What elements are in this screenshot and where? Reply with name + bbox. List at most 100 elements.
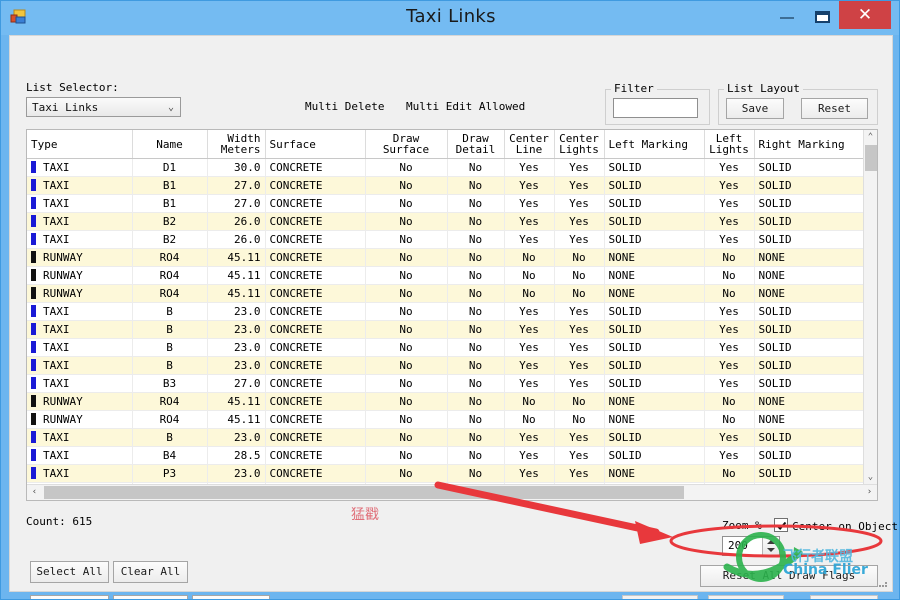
cell-surface[interactable]: CONCRETE <box>265 464 366 483</box>
cell-type[interactable]: TAXI <box>27 176 133 195</box>
table-row[interactable]: TAXI B1 27.0 CONCRETE No No Yes Yes SOLID Yes SOLI… <box>27 176 866 195</box>
cell-left_lights[interactable]: Yes <box>704 158 755 177</box>
cell-center_line[interactable]: No <box>504 266 555 285</box>
table-row[interactable]: RUNWAY RO4 45.11 CONCRETE No No No No NONE No NONE <box>27 266 866 285</box>
table-row[interactable]: TAXI B2 26.0 CONCRETE No No Yes Yes SOLID Yes SOLI… <box>27 230 866 249</box>
cell-surface[interactable]: CONCRETE <box>265 302 366 321</box>
cell-draw_detail[interactable]: No <box>447 464 505 483</box>
cell-draw_detail[interactable]: No <box>447 338 505 357</box>
cell-type[interactable]: TAXI <box>27 464 133 483</box>
cell-right_marking[interactable]: SOLID <box>754 320 866 339</box>
cell-center_line[interactable]: Yes <box>504 176 555 195</box>
cell-center_line[interactable]: Yes <box>504 464 555 483</box>
maximize-button[interactable] <box>807 1 839 29</box>
cell-right_marking[interactable]: NONE <box>754 248 866 267</box>
stepper-arrows[interactable] <box>762 537 779 555</box>
cell-center_lights[interactable]: No <box>554 410 605 429</box>
cell-name[interactable]: B3 <box>132 374 208 393</box>
cell-right_marking[interactable]: NONE <box>754 266 866 285</box>
stepper-up-icon[interactable] <box>767 540 775 544</box>
delete-button[interactable]: Delete <box>708 595 784 599</box>
column-header-draw_surface[interactable]: Draw Surface <box>365 130 448 159</box>
table-row[interactable]: TAXI D1 30.0 CONCRETE No No Yes Yes SOLID Yes SOLI… <box>27 158 866 177</box>
cell-width_meters[interactable]: 23.0 <box>207 428 266 447</box>
cell-right_marking[interactable]: SOLID <box>754 212 866 231</box>
cell-center_lights[interactable]: Yes <box>554 374 605 393</box>
cell-center_lights[interactable]: Yes <box>554 464 605 483</box>
column-header-surface[interactable]: Surface <box>265 130 366 159</box>
cell-width_meters[interactable]: 28.5 <box>207 446 266 465</box>
cell-draw_detail[interactable]: No <box>447 212 505 231</box>
zoom-percent-stepper[interactable]: 200 <box>722 536 780 556</box>
cell-draw_detail[interactable]: No <box>447 392 505 411</box>
cell-left_marking[interactable]: SOLID <box>604 320 705 339</box>
export-button[interactable]: Export <box>30 595 109 599</box>
column-header-name[interactable]: Name <box>132 130 208 159</box>
cell-draw_surface[interactable]: No <box>365 392 448 411</box>
cell-left_lights[interactable]: No <box>704 410 755 429</box>
cell-surface[interactable]: CONCRETE <box>265 356 366 375</box>
cell-center_lights[interactable]: Yes <box>554 320 605 339</box>
cell-right_marking[interactable]: SOLID <box>754 158 866 177</box>
cell-left_lights[interactable]: Yes <box>704 428 755 447</box>
cell-type[interactable]: TAXI <box>27 158 133 177</box>
preview-button[interactable]: Preview <box>113 595 188 599</box>
cell-width_meters[interactable]: 23.0 <box>207 356 266 375</box>
column-header-center_lights[interactable]: Center Lights <box>554 130 605 159</box>
cell-surface[interactable]: CONCRETE <box>265 410 366 429</box>
cell-name[interactable]: B <box>132 338 208 357</box>
cell-type[interactable]: TAXI <box>27 446 133 465</box>
cell-center_lights[interactable]: Yes <box>554 176 605 195</box>
cell-width_meters[interactable]: 45.11 <box>207 266 266 285</box>
cell-right_marking[interactable]: SOLID <box>754 356 866 375</box>
cell-name[interactable]: B1 <box>132 194 208 213</box>
cell-name[interactable]: B <box>132 428 208 447</box>
minimize-button[interactable] <box>771 1 803 29</box>
cell-type[interactable]: TAXI <box>27 374 133 393</box>
cell-name[interactable]: B1 <box>132 176 208 195</box>
cell-width_meters[interactable]: 45.11 <box>207 392 266 411</box>
table-row[interactable]: RUNWAY RO4 45.11 CONCRETE No No No No NONE No NONE <box>27 392 866 411</box>
table-row[interactable]: TAXI B2 26.0 CONCRETE No No Yes Yes SOLID Yes SOLI… <box>27 212 866 231</box>
cell-type[interactable]: TAXI <box>27 230 133 249</box>
cell-width_meters[interactable]: 23.0 <box>207 302 266 321</box>
cell-center_lights[interactable]: Yes <box>554 428 605 447</box>
cell-left_lights[interactable]: Yes <box>704 212 755 231</box>
table-row[interactable]: TAXIP323.0CONCRETENoNoYesYesNONENoSOLID <box>27 464 866 483</box>
cell-center_lights[interactable]: No <box>554 284 605 303</box>
cell-left_marking[interactable]: NONE <box>604 266 705 285</box>
cell-width_meters[interactable]: 27.0 <box>207 176 266 195</box>
cell-draw_detail[interactable]: No <box>447 446 505 465</box>
cell-center_lights[interactable]: No <box>554 392 605 411</box>
cell-center_line[interactable]: Yes <box>504 428 555 447</box>
cell-left_marking[interactable]: SOLID <box>604 428 705 447</box>
table-row[interactable]: TAXI B3 27.0 CONCRETE No No Yes Yes SOLID Yes SOLI… <box>27 374 866 393</box>
cell-name[interactable]: RO4 <box>132 410 208 429</box>
column-header-type[interactable]: Type <box>27 130 133 159</box>
cell-width_meters[interactable]: 26.0 <box>207 230 266 249</box>
cell-center_lights[interactable]: Yes <box>554 158 605 177</box>
cell-left_marking[interactable]: SOLID <box>604 158 705 177</box>
cell-center_line[interactable]: Yes <box>504 320 555 339</box>
cell-width_meters[interactable]: 26.0 <box>207 212 266 231</box>
cell-draw_surface[interactable]: No <box>365 176 448 195</box>
cell-center_lights[interactable]: Yes <box>554 356 605 375</box>
cell-right_marking[interactable]: SOLID <box>754 374 866 393</box>
cell-draw_surface[interactable]: No <box>365 356 448 375</box>
cell-center_lights[interactable]: Yes <box>554 338 605 357</box>
cell-type[interactable]: TAXI <box>27 338 133 357</box>
table-row[interactable]: RUNWAY RO4 45.11 CONCRETE No No No No NONE No NONE <box>27 248 866 267</box>
cell-right_marking[interactable]: SOLID <box>754 230 866 249</box>
table-row[interactable]: TAXI B1 27.0 CONCRETE No No Yes Yes SOLID Yes SOLI… <box>27 194 866 213</box>
cell-surface[interactable]: CONCRETE <box>265 374 366 393</box>
cell-draw_detail[interactable]: No <box>447 320 505 339</box>
cell-surface[interactable]: CONCRETE <box>265 428 366 447</box>
close-form-button[interactable]: Close <box>810 595 878 599</box>
cell-draw_detail[interactable]: No <box>447 266 505 285</box>
cell-name[interactable]: RO4 <box>132 248 208 267</box>
cell-center_line[interactable]: Yes <box>504 374 555 393</box>
cell-center_line[interactable]: Yes <box>504 158 555 177</box>
save-layout-button[interactable]: Save <box>726 98 784 119</box>
cell-name[interactable]: B <box>132 320 208 339</box>
scroll-up-icon[interactable]: ⌃ <box>864 130 877 144</box>
